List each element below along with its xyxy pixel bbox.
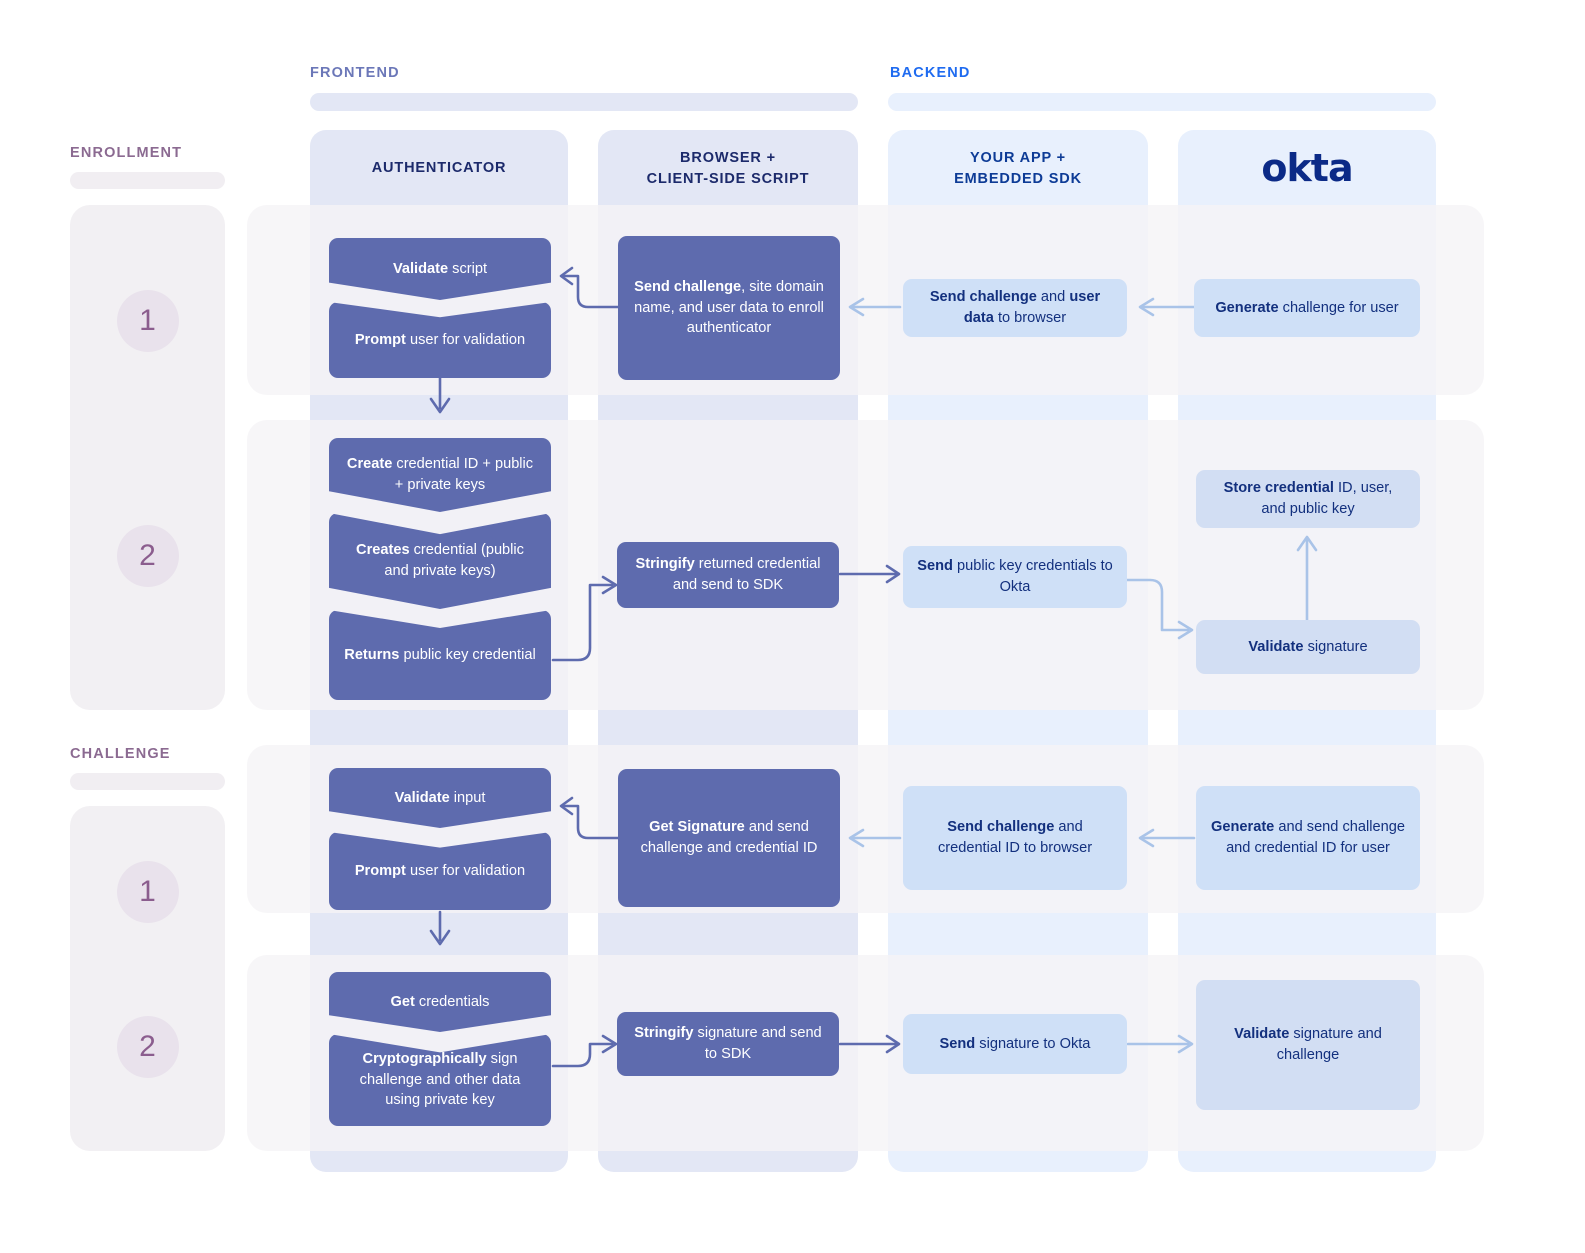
node-returns-public-key-text: Returns public key credential xyxy=(344,646,536,663)
node-prompt-user-enrollment-text: Prompt user for validation xyxy=(354,331,526,348)
node-get-credentials-text: Get credentials xyxy=(390,993,490,1010)
node-creates-credential-text: Creates credential (public and private k… xyxy=(356,542,524,579)
frontend-section-label: FRONTEND xyxy=(310,65,400,81)
lane-okta-title: okta xyxy=(1178,130,1436,208)
diagram-canvas: FRONTEND BACKEND AUTHENTICATOR BROWSER +… xyxy=(0,0,1585,1253)
node-stringify-credential[interactable]: Stringify returned credential and send t… xyxy=(617,542,839,608)
node-send-challenge-user-data-text: Send challenge and user data to browser xyxy=(929,289,1101,326)
lane-browser-title-line2: CLIENT-SIDE SCRIPT xyxy=(646,171,810,187)
node-send-public-key-credentials-text: Send public key credentials to Okta xyxy=(917,558,1113,595)
node-generate-challenge-text: Generate challenge for user xyxy=(1215,299,1399,316)
node-send-challenge-site-domain-text: Send challenge, site domain name, and us… xyxy=(634,278,824,337)
node-get-signature-text: Get Signature and send challenge and cre… xyxy=(640,819,818,856)
node-send-signature-okta-text: Send signature to Okta xyxy=(939,1035,1091,1052)
node-send-challenge-credential-id-text: Send challenge and credential ID to brow… xyxy=(937,819,1093,856)
lane-authenticator-title: AUTHENTICATOR xyxy=(371,160,507,177)
backend-band xyxy=(888,93,1436,111)
lane-your-app-title-line2: EMBEDDED SDK xyxy=(954,171,1082,187)
node-send-challenge-site-domain[interactable]: Send challenge, site domain name, and us… xyxy=(618,236,840,380)
node-validate-signature-enrollment-text: Validate signature xyxy=(1248,638,1368,655)
node-prompt-user-challenge-text: Prompt user for validation xyxy=(354,862,526,879)
node-send-challenge-credential-id[interactable]: Send challenge and credential ID to brow… xyxy=(903,786,1127,890)
node-stringify-credential-text: Stringify returned credential and send t… xyxy=(635,556,821,593)
node-create-credential-id-text: Create credential ID + public + private … xyxy=(346,456,534,493)
node-generate-send-challenge[interactable]: Generate and send challenge and credenti… xyxy=(1196,786,1420,890)
node-generate-send-challenge-text: Generate and send challenge and credenti… xyxy=(1211,819,1405,856)
node-get-signature[interactable]: Get Signature and send challenge and cre… xyxy=(618,769,840,907)
node-validate-signature-challenge-text: Validate signature and challenge xyxy=(1234,1026,1382,1063)
enrollment-step-2-number: 2 xyxy=(116,525,179,587)
enrollment-band xyxy=(70,172,225,189)
node-send-public-key-credentials[interactable]: Send public key credentials to Okta xyxy=(903,546,1127,608)
okta-logo: okta xyxy=(1261,146,1353,191)
node-stringify-signature-text: Stringify signature and send to SDK xyxy=(634,1025,822,1062)
node-generate-challenge[interactable]: Generate challenge for user xyxy=(1194,279,1420,337)
challenge-step-2-number: 2 xyxy=(116,1016,179,1078)
node-validate-input-text: Validate input xyxy=(394,789,486,806)
node-store-credential[interactable]: Store credential ID, user, and public ke… xyxy=(1196,470,1420,528)
node-validate-signature-challenge[interactable]: Validate signature and challenge xyxy=(1196,980,1420,1110)
challenge-step-column: 1 2 xyxy=(70,806,225,1151)
node-stringify-signature[interactable]: Stringify signature and send to SDK xyxy=(617,1012,839,1076)
enrollment-step-1-number: 1 xyxy=(116,290,179,352)
challenge-label: CHALLENGE xyxy=(70,746,171,762)
challenge-step-1-number: 1 xyxy=(116,861,179,923)
node-send-challenge-user-data[interactable]: Send challenge and user data to browser xyxy=(903,279,1127,337)
node-cryptographically-sign-text: Cryptographically sign challenge and oth… xyxy=(359,1050,521,1109)
node-validate-script-text: Validate script xyxy=(392,260,488,277)
node-send-signature-okta[interactable]: Send signature to Okta xyxy=(903,1014,1127,1074)
enrollment-step-column: 1 2 xyxy=(70,205,225,710)
lane-your-app-title-line1: YOUR APP + xyxy=(970,149,1066,166)
backend-section-label: BACKEND xyxy=(890,65,971,81)
lane-browser-title-line1: BROWSER + xyxy=(680,149,776,166)
lane-browser-title: BROWSER + CLIENT-SIDE SCRIPT xyxy=(598,130,858,208)
node-validate-signature-enrollment[interactable]: Validate signature xyxy=(1196,620,1420,674)
lane-your-app-title: YOUR APP + EMBEDDED SDK xyxy=(888,130,1148,208)
frontend-band xyxy=(310,93,858,111)
enrollment-label: ENROLLMENT xyxy=(70,145,183,161)
challenge-band xyxy=(70,773,225,790)
node-store-credential-text: Store credential ID, user, and public ke… xyxy=(1223,480,1393,517)
